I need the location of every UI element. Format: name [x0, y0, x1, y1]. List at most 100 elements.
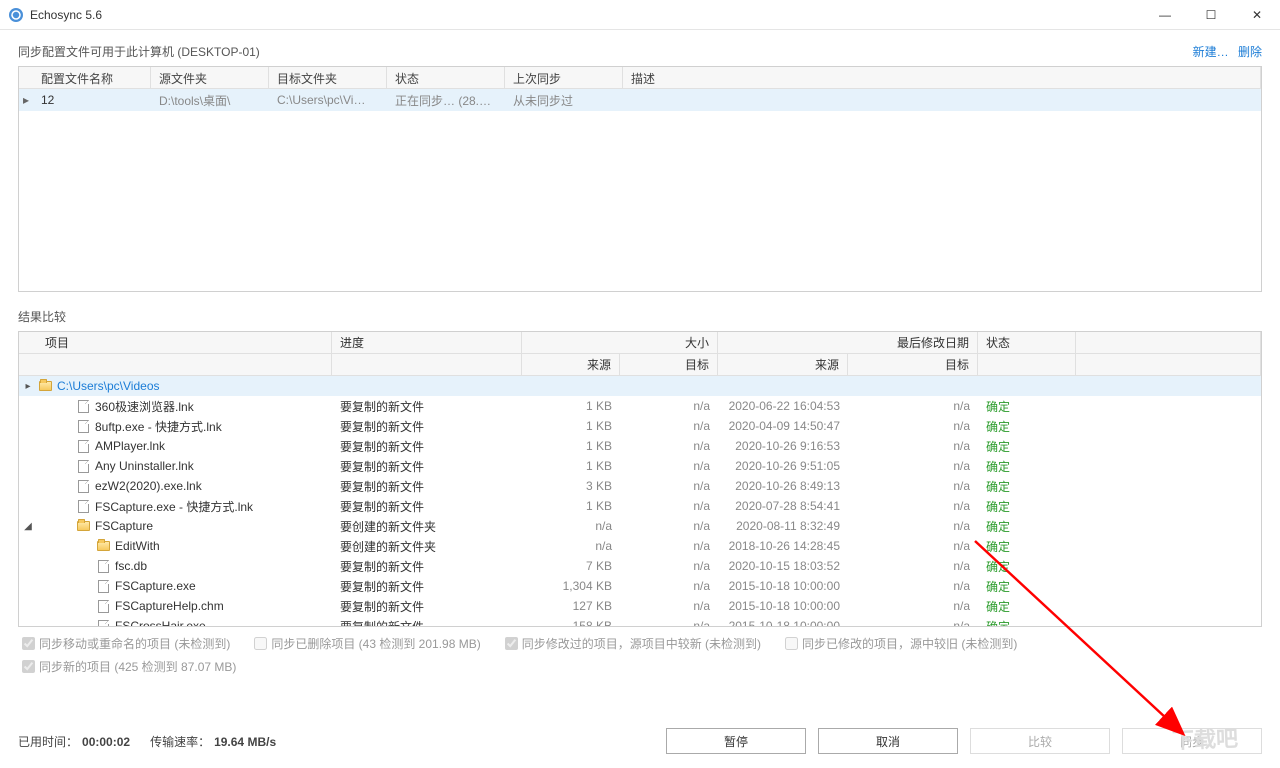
col-source-folder[interactable]: 源文件夹 — [151, 67, 269, 88]
elapsed-value: 00:00:02 — [82, 735, 130, 749]
src-size-cell: 3 KB — [522, 479, 620, 493]
checkbox-sync-new[interactable]: 同步新的项目 (425 检测到 87.07 MB) — [22, 658, 236, 675]
col-result-status[interactable]: 状态 — [978, 332, 1076, 353]
folder-icon — [75, 519, 91, 533]
speed-value: 19.64 MB/s — [214, 735, 276, 749]
progress-cell: 要复制的新文件 — [332, 578, 522, 595]
col-last-sync[interactable]: 上次同步 — [505, 67, 623, 88]
src-date-cell: 2020-10-26 9:51:05 — [718, 459, 848, 473]
dst-date-cell: n/a — [848, 479, 978, 493]
dst-date-cell: n/a — [848, 619, 978, 626]
item-name: EditWith — [115, 539, 160, 553]
dst-size-cell: n/a — [620, 479, 718, 493]
progress-cell: 要复制的新文件 — [332, 618, 522, 627]
profile-lastsync-cell: 从未同步过 — [505, 92, 623, 109]
item-name: 8uftp.exe - 快捷方式.lnk — [95, 418, 222, 435]
col-date-target[interactable]: 目标 — [848, 354, 978, 375]
dst-date-cell: n/a — [848, 459, 978, 473]
minimize-button[interactable]: — — [1142, 0, 1188, 30]
src-date-cell: 2020-10-26 9:16:53 — [718, 439, 848, 453]
profiles-header-row: 配置文件名称 源文件夹 目标文件夹 状态 上次同步 描述 — [19, 67, 1261, 89]
expand-caret[interactable]: ▸ — [19, 381, 37, 392]
results-row[interactable]: AMPlayer.lnk要复制的新文件1 KBn/a2020-10-26 9:1… — [19, 436, 1261, 456]
close-button[interactable]: ✕ — [1234, 0, 1280, 30]
speed-label: 传输速率： — [150, 735, 210, 749]
src-size-cell: n/a — [522, 519, 620, 533]
results-root-row[interactable]: ▸ C:\Users\pc\Videos — [19, 376, 1261, 396]
checkbox-sync-deleted[interactable]: 同步已删除项目 (43 检测到 201.98 MB) — [254, 635, 480, 652]
file-icon — [75, 399, 91, 413]
results-row[interactable]: FSCrossHair.exe要复制的新文件158 KBn/a2015-10-1… — [19, 616, 1261, 626]
profiles-table: 配置文件名称 源文件夹 目标文件夹 状态 上次同步 描述 ▸ 12 D:\too… — [18, 66, 1262, 292]
new-profile-link[interactable]: 新建… — [1193, 45, 1229, 59]
col-profile-name[interactable]: 配置文件名称 — [33, 67, 151, 88]
results-table: 项目 进度 大小 最后修改日期 状态 来源 目标 来源 目标 ▸ C:\User… — [18, 331, 1262, 627]
checkbox-sync-modified-dst[interactable]: 同步已修改的项目，源中较旧 (未检测到) — [785, 635, 1017, 652]
profiles-title: 同步配置文件可用于此计算机 (DESKTOP-01) — [18, 43, 1187, 60]
status-cell: 确定 — [978, 518, 1076, 535]
src-size-cell: 1 KB — [522, 399, 620, 413]
results-row[interactable]: FSCaptureHelp.chm要复制的新文件127 KBn/a2015-10… — [19, 596, 1261, 616]
item-name: FSCapture — [95, 519, 153, 533]
profile-name-cell: 12 — [33, 93, 151, 107]
col-progress[interactable]: 进度 — [332, 332, 522, 353]
dst-size-cell: n/a — [620, 619, 718, 626]
folder-icon — [37, 379, 53, 393]
dst-size-cell: n/a — [620, 419, 718, 433]
file-icon — [75, 499, 91, 513]
maximize-button[interactable]: ☐ — [1188, 0, 1234, 30]
src-date-cell: 2015-10-18 10:00:00 — [718, 619, 848, 626]
col-size-target[interactable]: 目标 — [620, 354, 718, 375]
status-cell: 确定 — [978, 538, 1076, 555]
progress-cell: 要创建的新文件夹 — [332, 518, 522, 535]
src-size-cell: 158 KB — [522, 619, 620, 626]
col-size[interactable]: 大小 — [522, 332, 718, 353]
dst-date-cell: n/a — [848, 599, 978, 613]
col-description[interactable]: 描述 — [623, 67, 1261, 88]
dst-date-cell: n/a — [848, 439, 978, 453]
dst-date-cell: n/a — [848, 499, 978, 513]
folder-icon — [95, 539, 111, 553]
compare-button[interactable]: 比较 — [970, 728, 1110, 754]
profile-row[interactable]: ▸ 12 D:\tools\桌面\ C:\Users\pc\Vi… 正在同步… … — [19, 89, 1261, 111]
results-row[interactable]: 360极速浏览器.lnk要复制的新文件1 KBn/a2020-06-22 16:… — [19, 396, 1261, 416]
root-path: C:\Users\pc\Videos — [57, 379, 160, 393]
results-row[interactable]: FSCapture.exe - 快捷方式.lnk要复制的新文件1 KBn/a20… — [19, 496, 1261, 516]
results-row[interactable]: ◢FSCapture要创建的新文件夹n/an/a2020-08-11 8:32:… — [19, 516, 1261, 536]
dst-size-cell: n/a — [620, 599, 718, 613]
pause-button[interactable]: 暂停 — [666, 728, 806, 754]
profile-src-cell: D:\tools\桌面\ — [151, 92, 269, 109]
status-cell: 确定 — [978, 478, 1076, 495]
src-size-cell: 1 KB — [522, 459, 620, 473]
results-row[interactable]: fsc.db要复制的新文件7 KBn/a2020-10-15 18:03:52n… — [19, 556, 1261, 576]
progress-cell: 要复制的新文件 — [332, 558, 522, 575]
file-icon — [95, 559, 111, 573]
file-icon — [75, 479, 91, 493]
checkbox-sync-moved[interactable]: 同步移动或重命名的项目 (未检测到) — [22, 635, 230, 652]
dst-size-cell: n/a — [620, 559, 718, 573]
results-row[interactable]: ezW2(2020).exe.lnk要复制的新文件3 KBn/a2020-10-… — [19, 476, 1261, 496]
col-status[interactable]: 状态 — [387, 67, 505, 88]
file-icon — [95, 619, 111, 626]
col-modified[interactable]: 最后修改日期 — [718, 332, 978, 353]
dst-size-cell: n/a — [620, 399, 718, 413]
results-row[interactable]: 8uftp.exe - 快捷方式.lnk要复制的新文件1 KBn/a2020-0… — [19, 416, 1261, 436]
col-date-source[interactable]: 来源 — [718, 354, 848, 375]
status-cell: 确定 — [978, 498, 1076, 515]
progress-cell: 要复制的新文件 — [332, 478, 522, 495]
expand-caret[interactable]: ◢ — [19, 521, 37, 532]
delete-profile-link[interactable]: 删除 — [1238, 45, 1262, 59]
col-size-source[interactable]: 来源 — [522, 354, 620, 375]
col-item[interactable]: 项目 — [37, 332, 332, 353]
results-row[interactable]: Any Uninstaller.lnk要复制的新文件1 KBn/a2020-10… — [19, 456, 1261, 476]
checkbox-sync-modified-src[interactable]: 同步修改过的项目，源项目中较新 (未检测到) — [505, 635, 761, 652]
col-target-folder[interactable]: 目标文件夹 — [269, 67, 387, 88]
profile-status-cell: 正在同步… (28.23… — [387, 92, 505, 109]
results-row[interactable]: FSCapture.exe要复制的新文件1,304 KBn/a2015-10-1… — [19, 576, 1261, 596]
cancel-button[interactable]: 取消 — [818, 728, 958, 754]
dst-size-cell: n/a — [620, 439, 718, 453]
results-row[interactable]: EditWith要创建的新文件夹n/an/a2018-10-26 14:28:4… — [19, 536, 1261, 556]
file-icon — [75, 419, 91, 433]
src-date-cell: 2015-10-18 10:00:00 — [718, 579, 848, 593]
src-date-cell: 2018-10-26 14:28:45 — [718, 539, 848, 553]
